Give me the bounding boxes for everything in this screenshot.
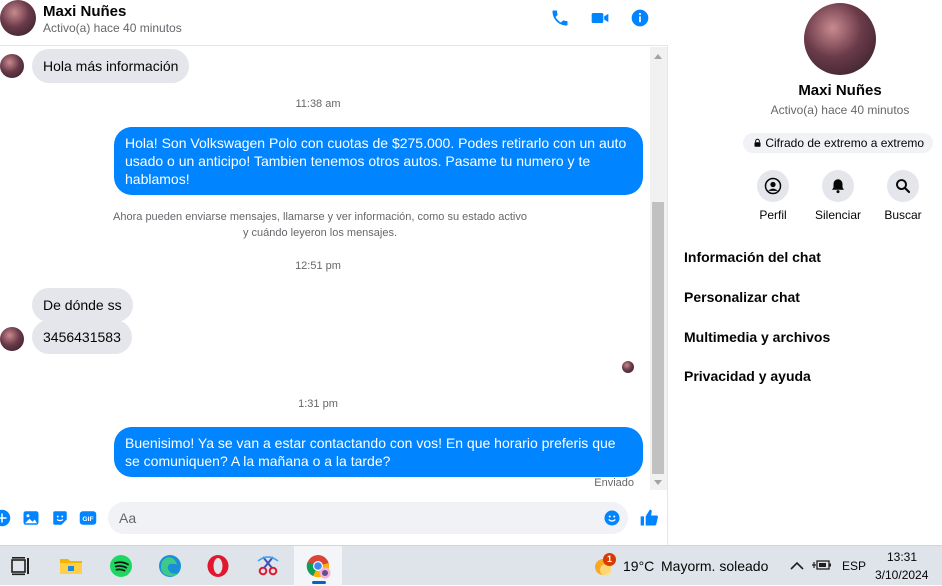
action-profile[interactable]: Perfil bbox=[743, 170, 803, 222]
sent-receipt: Enviado bbox=[594, 477, 634, 489]
composer: GIF bbox=[0, 500, 668, 536]
active-app-indicator bbox=[312, 581, 326, 584]
edge-icon[interactable] bbox=[156, 552, 184, 580]
image-icon[interactable] bbox=[22, 509, 40, 527]
system-notice: Ahora pueden enviarse mensajes, llamarse… bbox=[100, 209, 540, 241]
message-outgoing[interactable]: Buenisimo! Ya se van a estar contactando… bbox=[114, 427, 643, 477]
file-explorer-icon[interactable] bbox=[57, 552, 85, 580]
contact-avatar-small[interactable] bbox=[0, 327, 24, 351]
message-incoming[interactable]: Hola más información bbox=[32, 49, 190, 83]
action-profile-label: Perfil bbox=[759, 208, 787, 222]
timestamp: 1:31 pm bbox=[298, 398, 338, 410]
gif-icon[interactable]: GIF bbox=[79, 509, 97, 527]
system-notice-line1: Ahora pueden enviarse mensajes, llamarse… bbox=[113, 211, 527, 223]
chat-info-panel: Maxi Nuñes Activo(a) hace 40 minutos Cif… bbox=[669, 0, 942, 545]
menu-chat-info[interactable]: Información del chat bbox=[684, 249, 821, 265]
contact-avatar-small[interactable] bbox=[0, 54, 24, 78]
menu-media-files[interactable]: Multimedia y archivos bbox=[684, 329, 830, 345]
chrome-icon[interactable] bbox=[304, 552, 332, 580]
bell-icon bbox=[832, 179, 844, 194]
windows-taskbar: 1 19°C Mayorm. soleado ESP 13:31 3/10/20… bbox=[0, 545, 942, 586]
timestamp: 12:51 pm bbox=[295, 260, 341, 272]
menu-customize-chat[interactable]: Personalizar chat bbox=[684, 289, 800, 305]
contact-avatar-large[interactable] bbox=[804, 3, 876, 75]
clock-date[interactable]: 3/10/2024 bbox=[875, 568, 928, 582]
chat-pane: Maxi Nuñes Activo(a) hace 40 minutos Hol… bbox=[0, 0, 668, 545]
input-language[interactable]: ESP bbox=[842, 559, 866, 573]
messenger-window: Maxi Nuñes Activo(a) hace 40 minutos Hol… bbox=[0, 0, 942, 545]
scroll-down-icon[interactable] bbox=[654, 480, 662, 485]
message-outgoing[interactable]: Hola! Son Volkswagen Polo con cuotas de … bbox=[114, 127, 643, 195]
encryption-label: Cifrado de extremo a extremo bbox=[765, 136, 925, 150]
snipping-tool-icon[interactable] bbox=[254, 552, 282, 580]
lock-icon bbox=[754, 138, 761, 147]
message-scrollbar[interactable] bbox=[650, 47, 667, 490]
video-icon[interactable] bbox=[590, 8, 610, 28]
sticker-icon[interactable] bbox=[51, 509, 69, 527]
task-view-icon[interactable] bbox=[7, 552, 35, 580]
profile-icon bbox=[764, 177, 782, 195]
action-mute[interactable]: Silenciar bbox=[808, 170, 868, 222]
opera-icon[interactable] bbox=[204, 552, 232, 580]
timestamp: 11:38 am bbox=[295, 98, 341, 110]
spotify-icon[interactable] bbox=[107, 552, 135, 580]
message-input[interactable] bbox=[108, 502, 628, 534]
weather-temperature[interactable]: 19°C bbox=[623, 558, 654, 574]
encryption-badge[interactable]: Cifrado de extremo a extremo bbox=[743, 133, 934, 153]
weather-description[interactable]: Mayorm. soleado bbox=[661, 558, 768, 574]
clock-time[interactable]: 13:31 bbox=[887, 550, 917, 564]
contact-avatar[interactable] bbox=[0, 0, 36, 36]
plus-icon[interactable] bbox=[0, 509, 11, 527]
action-mute-label: Silenciar bbox=[814, 208, 862, 222]
chat-header: Maxi Nuñes Activo(a) hace 40 minutos bbox=[0, 0, 668, 46]
action-search-label: Buscar bbox=[884, 208, 922, 222]
contact-name[interactable]: Maxi Nuñes bbox=[43, 3, 126, 20]
scrollbar-thumb[interactable] bbox=[652, 202, 664, 474]
system-notice-line2: y cuándo leyeron los mensajes. bbox=[242, 227, 398, 239]
battery-plug-icon[interactable] bbox=[812, 558, 832, 572]
search-icon bbox=[896, 179, 911, 194]
message-incoming[interactable]: 3456431583 bbox=[32, 320, 132, 354]
info-contact-name: Maxi Nuñes bbox=[798, 82, 882, 99]
svg-text:GIF: GIF bbox=[82, 516, 93, 523]
info-icon[interactable] bbox=[630, 8, 650, 28]
phone-icon[interactable] bbox=[550, 8, 570, 28]
weather-notification-badge: 1 bbox=[603, 553, 616, 566]
seen-avatar-icon bbox=[622, 361, 634, 373]
info-contact-status: Activo(a) hace 40 minutos bbox=[770, 103, 910, 117]
message-list[interactable]: Hola más información 11:38 am Hola! Son … bbox=[0, 47, 650, 490]
emoji-icon[interactable] bbox=[603, 509, 621, 527]
chevron-up-icon[interactable] bbox=[790, 561, 804, 570]
message-incoming[interactable]: De dónde ss bbox=[32, 288, 133, 322]
menu-privacy-help[interactable]: Privacidad y ayuda bbox=[684, 368, 811, 384]
contact-status: Activo(a) hace 40 minutos bbox=[43, 21, 182, 35]
scroll-up-icon[interactable] bbox=[654, 54, 662, 59]
thumbs-up-icon[interactable] bbox=[639, 508, 659, 528]
action-search[interactable]: Buscar bbox=[873, 170, 933, 222]
